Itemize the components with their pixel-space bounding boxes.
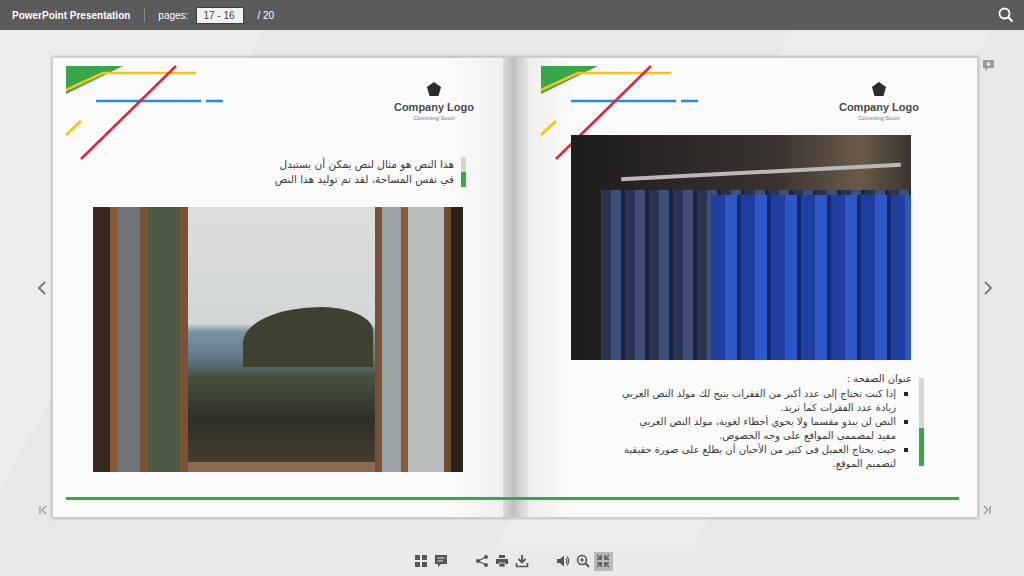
zoom-button[interactable]: [574, 552, 593, 571]
volume-icon[interactable]: [556, 554, 570, 568]
share-icon[interactable]: [475, 554, 489, 568]
bullet-text: النص لن يبدو مقسما ولا يحوي أخطاء لغوية،…: [622, 415, 896, 443]
separator: [144, 8, 145, 22]
previous-page-icon[interactable]: [36, 280, 48, 296]
suits-photo: [571, 135, 911, 360]
bullet-item: إذا كنت تحتاج إلى عدد أكبر من الفقرات يت…: [622, 387, 912, 415]
accent-bar: [919, 378, 924, 466]
fullscreen-button[interactable]: [594, 552, 613, 571]
page-text: هذا النص هو مثال لنص يمكن أن يستبدلفي نف…: [275, 157, 454, 187]
flipbook: Company Logo Comming Soon هذا النص هو مثال…: [52, 57, 978, 518]
top-bar: PowerPoint Presentation pages: 17 - 16 / 20: [0, 0, 1024, 30]
logo-subtitle: Comming Soon: [413, 115, 454, 121]
left-page[interactable]: Company Logo Comming Soon هذا النص هو مثال…: [53, 58, 503, 517]
page-heading: عنوان الصفحة :: [622, 372, 912, 386]
company-logo: Company Logo Comming Soon: [839, 81, 919, 121]
comment-icon[interactable]: [434, 554, 448, 568]
pentagon-icon: [871, 81, 887, 97]
footer-line: [66, 497, 503, 500]
print-icon[interactable]: [495, 554, 509, 568]
company-logo: Company Logo Comming Soon: [394, 81, 474, 121]
logo-subtitle: Comming Soon: [858, 115, 899, 121]
logo-title: Company Logo: [839, 101, 919, 113]
bullet-icon: [904, 392, 908, 396]
download-icon[interactable]: [515, 554, 529, 568]
bullet-icon: [904, 448, 908, 452]
pages-total: / 20: [257, 10, 274, 21]
page-text: عنوان الصفحة :إذا كنت تحتاج إلى عدد أكبر…: [622, 372, 912, 471]
first-page-icon[interactable]: [38, 504, 48, 516]
exit-fullscreen-icon[interactable]: [596, 554, 610, 568]
sound-button[interactable]: [554, 552, 573, 571]
notes-button[interactable]: [432, 552, 451, 571]
search-icon[interactable]: [998, 7, 1014, 23]
share-button[interactable]: [473, 552, 492, 571]
accent-bar: [461, 157, 466, 187]
viewer-area: Company Logo Comming Soon هذا النص هو مثال…: [0, 30, 1024, 546]
right-page[interactable]: Company Logo Comming Soon عنوان الصفحة :إذ…: [528, 58, 977, 517]
pentagon-icon: [426, 81, 442, 97]
bullet-text: إذا كنت تحتاج إلى عدد أكبر من الفقرات يت…: [622, 387, 896, 415]
grid-icon[interactable]: [414, 554, 428, 568]
bullet-item: حيث يحتاج العميل فى كثير من الأحيان أن ي…: [622, 443, 912, 471]
pages-label: pages:: [158, 10, 188, 21]
logo-title: Company Logo: [394, 101, 474, 113]
bullet-icon: [904, 420, 908, 424]
corner-decoration: [53, 58, 233, 168]
bullet-text: حيث يحتاج العميل فى كثير من الأحيان أن ي…: [622, 443, 896, 471]
document-title: PowerPoint Presentation: [12, 10, 130, 21]
window-sea-photo: [93, 207, 463, 472]
next-page-icon[interactable]: [982, 280, 994, 296]
zoom-in-icon[interactable]: [576, 554, 590, 568]
pages-input[interactable]: 17 - 16: [196, 7, 244, 24]
text-line: في نفس المساحة، لقد تم توليد هذا النص: [275, 172, 454, 187]
download-button[interactable]: [513, 552, 532, 571]
last-page-icon[interactable]: [982, 504, 992, 516]
footer-line: [528, 497, 959, 500]
bullet-item: النص لن يبدو مقسما ولا يحوي أخطاء لغوية،…: [622, 415, 912, 443]
bottom-toolbar: [0, 546, 1024, 576]
book-spine: [503, 58, 528, 517]
print-button[interactable]: [493, 552, 512, 571]
add-note-icon[interactable]: [982, 59, 995, 72]
thumbnails-button[interactable]: [412, 552, 431, 571]
text-line: هذا النص هو مثال لنص يمكن أن يستبدل: [275, 157, 454, 172]
